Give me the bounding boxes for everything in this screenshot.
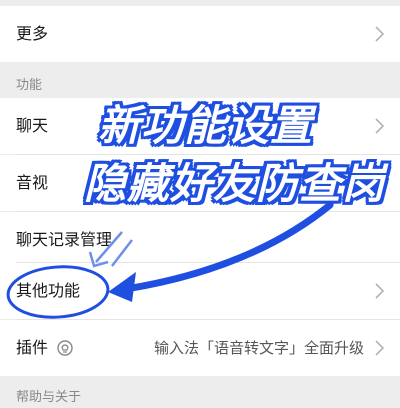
banner-line-1: 新功能设置 <box>98 101 314 150</box>
settings-item-label: 聊天记录管理 <box>16 230 113 249</box>
plugin-bulb-icon <box>57 340 73 356</box>
section-header-features: 功能 <box>16 78 43 93</box>
plugins-description: 输入法「语音转文字」全面升级 <box>153 339 364 357</box>
chevron-right-icon <box>375 283 384 299</box>
settings-item-label: 音视 <box>16 173 49 192</box>
settings-item-chat-history[interactable]: 聊天记录管理 <box>0 212 400 268</box>
chevron-right-icon <box>375 340 384 356</box>
banner-line-2: 隐藏好友防查岗 <box>84 159 386 208</box>
chevron-right-icon <box>375 118 384 134</box>
settings-item-more[interactable]: 更多 <box>0 6 400 62</box>
settings-item-label: 其他功能 <box>16 281 81 300</box>
settings-item-label: 更多 <box>16 24 49 43</box>
settings-item-plugins[interactable]: 插件 输入法「语音转文字」全面升级 <box>0 320 400 376</box>
settings-item-label: 插件 <box>16 338 49 357</box>
section-header-help: 帮助与关于 <box>16 390 82 405</box>
settings-item-other-features[interactable]: 其他功能 <box>0 263 400 319</box>
chevron-right-icon <box>375 26 384 42</box>
settings-item-label: 聊天 <box>16 116 49 135</box>
